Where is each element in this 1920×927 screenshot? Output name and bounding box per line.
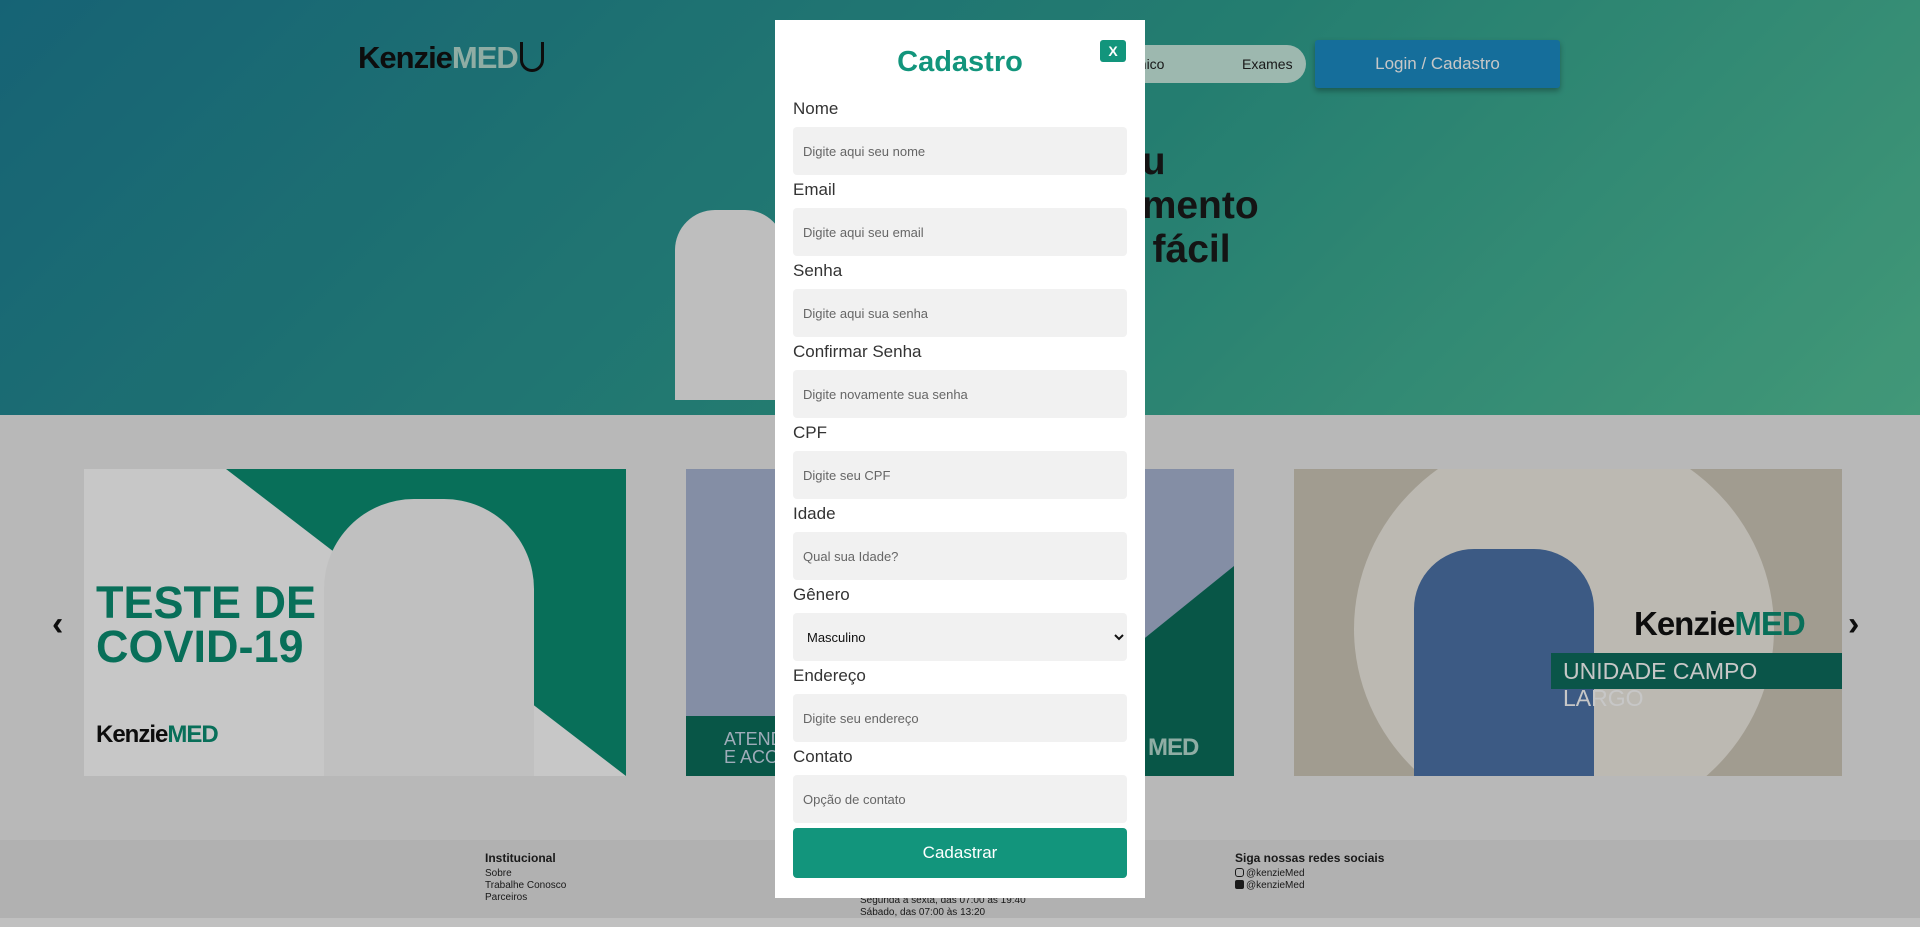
contact-input[interactable] bbox=[793, 775, 1127, 823]
email-input[interactable] bbox=[793, 208, 1127, 256]
modal-title: Cadastro bbox=[897, 46, 1023, 78]
age-input[interactable] bbox=[793, 532, 1127, 580]
address-label: Endereço bbox=[793, 666, 866, 685]
close-button[interactable]: X bbox=[1100, 40, 1126, 62]
gender-select[interactable]: Masculino bbox=[793, 613, 1127, 661]
contact-label: Contato bbox=[793, 747, 853, 766]
confirm-password-input[interactable] bbox=[793, 370, 1127, 418]
gender-label: Gênero bbox=[793, 585, 850, 604]
email-label: Email bbox=[793, 180, 836, 199]
register-button[interactable]: Cadastrar bbox=[793, 828, 1127, 878]
address-input[interactable] bbox=[793, 694, 1127, 742]
signup-modal: Cadastro X Nome Email Senha Confirmar Se… bbox=[775, 20, 1145, 898]
cpf-input[interactable] bbox=[793, 451, 1127, 499]
name-label: Nome bbox=[793, 99, 839, 118]
password-label: Senha bbox=[793, 261, 843, 280]
confirm-password-label: Confirmar Senha bbox=[793, 342, 922, 361]
age-label: Idade bbox=[793, 504, 836, 523]
cpf-label: CPF bbox=[793, 423, 827, 442]
name-input[interactable] bbox=[793, 127, 1127, 175]
password-input[interactable] bbox=[793, 289, 1127, 337]
